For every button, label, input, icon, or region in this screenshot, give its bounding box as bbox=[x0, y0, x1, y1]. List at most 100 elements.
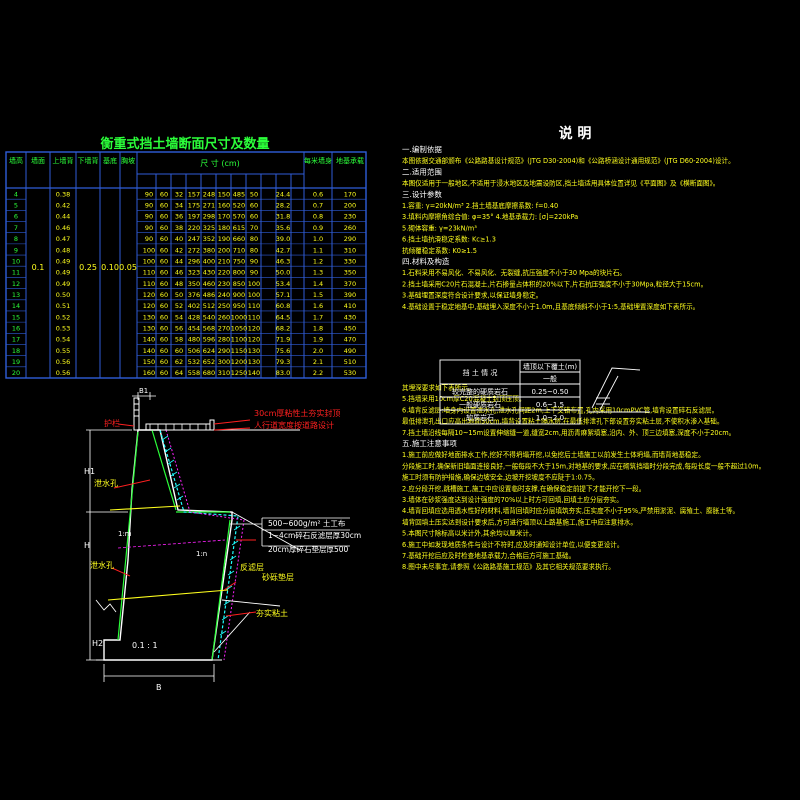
table-cell: 380 bbox=[203, 246, 215, 254]
table-cell: 42 bbox=[175, 246, 183, 254]
note-line: 抗倾覆稳定系数: K0≥1.5 bbox=[402, 246, 477, 255]
head-bearing: 地基承载 bbox=[336, 156, 364, 165]
table-cell: 1.3 bbox=[313, 269, 323, 277]
table-cell: 100 bbox=[143, 257, 155, 265]
table-cell: 290 bbox=[218, 347, 230, 355]
table-cell: 506 bbox=[188, 347, 200, 355]
table-cell: 120 bbox=[248, 336, 260, 344]
table-cell: 0.49 bbox=[56, 257, 70, 265]
table-cell: 60 bbox=[160, 257, 168, 265]
table-cell: 32 bbox=[175, 190, 183, 198]
table-cell: 20 bbox=[12, 369, 20, 377]
table-cell: 48 bbox=[175, 280, 183, 288]
table-cell: 0.9 bbox=[313, 224, 323, 232]
table-cell: 1100 bbox=[231, 336, 248, 344]
note-line: 6.挡土墙抗滑稳定系数: Kc≥1.3 bbox=[402, 235, 496, 244]
table-cell: 1.7 bbox=[313, 313, 323, 321]
table-cell: 210 bbox=[218, 257, 230, 265]
table-cell: 68.2 bbox=[276, 325, 290, 333]
drawing-canvas: 衡重式挡土墙断面尺寸及数量 墙高 墙面 上墙背 下墙背 基底 胸坡 尺 寸 (c… bbox=[0, 0, 800, 800]
table-cell: 60 bbox=[160, 280, 168, 288]
table-cell: 31.8 bbox=[276, 213, 290, 221]
label-guardrail: 护栏 bbox=[104, 418, 120, 428]
table-cell: 310 bbox=[344, 246, 356, 254]
table-cell: 271 bbox=[203, 202, 215, 210]
table-cell: 900 bbox=[233, 291, 245, 299]
head-slope: 胸坡 bbox=[121, 156, 135, 165]
table-cell: 46.3 bbox=[276, 257, 290, 265]
table-cell: 220 bbox=[188, 224, 200, 232]
table-cell: 1.5 bbox=[313, 291, 323, 299]
label-layer-2: 1~4cm碎石反滤层厚30cm bbox=[268, 530, 361, 540]
head-volume: 每米墙身 bbox=[304, 156, 332, 165]
label-layer-1: 500~600g/m² 土工布 bbox=[268, 518, 346, 528]
embed-row-3-depth: 1.0~2.0 bbox=[536, 414, 564, 422]
table-cell: 5 bbox=[14, 202, 18, 210]
table-cell: 520 bbox=[233, 202, 245, 210]
table-cell: 1250 bbox=[231, 369, 248, 377]
table-cell: 230 bbox=[344, 213, 356, 221]
table-cell: 70 bbox=[250, 224, 258, 232]
table-cell: 90 bbox=[145, 235, 153, 243]
table-cell: 1.8 bbox=[313, 325, 323, 333]
merged-slope: 0.05 bbox=[119, 263, 137, 272]
table-cell: 90 bbox=[250, 257, 258, 265]
table-cell: 220 bbox=[218, 269, 230, 277]
table-cell: 0.7 bbox=[313, 202, 323, 210]
table-cell: 90 bbox=[145, 190, 153, 198]
table-cell: 60.8 bbox=[276, 302, 290, 310]
table-cell: 60 bbox=[250, 202, 258, 210]
note-line: 4.墙背回填应选用透水性好的材料,墙背回填时应分层填筑夯实,压实度不小于95%,… bbox=[402, 506, 739, 515]
table-cell: 390 bbox=[344, 291, 356, 299]
table-cell: 280 bbox=[218, 336, 230, 344]
table-cell: 260 bbox=[344, 224, 356, 232]
embed-row-1-rock: 较完整的硬质岩石 bbox=[452, 387, 508, 396]
table-cell: 60 bbox=[160, 313, 168, 321]
table-cell: 56 bbox=[175, 325, 183, 333]
table-cell: 60 bbox=[250, 213, 258, 221]
table-cell: 428 bbox=[188, 313, 200, 321]
table-cell: 197 bbox=[188, 213, 200, 221]
table-cell: 400 bbox=[203, 257, 215, 265]
table-cell: 1.0 bbox=[313, 235, 323, 243]
head-dimensions: 尺 寸 (cm) bbox=[200, 158, 240, 168]
head-base: 基底 bbox=[103, 156, 117, 165]
table-cell: 532 bbox=[188, 358, 200, 366]
embed-row-2-depth: 0.6~1.5 bbox=[536, 401, 564, 409]
table-cell: 110 bbox=[248, 313, 260, 321]
table-cell: 615 bbox=[233, 224, 245, 232]
table-cell: 652 bbox=[203, 358, 215, 366]
note-line: 五.施工注意事项 bbox=[402, 438, 457, 448]
callout-arrows bbox=[111, 419, 257, 617]
table-cell: 60 bbox=[160, 269, 168, 277]
note-line: 5.砌体容重: γ=23kN/m³ bbox=[402, 223, 477, 232]
label-dim-h: H bbox=[84, 541, 90, 550]
label-filter-layer: 反滤层 bbox=[240, 562, 264, 572]
label-drain-hole-2: 泄水孔 bbox=[90, 560, 114, 570]
table-cell: 0.8 bbox=[313, 213, 323, 221]
table-cell: 0.54 bbox=[56, 336, 70, 344]
table-cell: 376 bbox=[188, 291, 200, 299]
table-cell: 0.42 bbox=[56, 202, 70, 210]
table-cell: 28.2 bbox=[276, 202, 290, 210]
note-line: 3.基础埋置深度符合设计要求,以保证墙身稳定。 bbox=[402, 291, 542, 300]
table-cell: 110 bbox=[143, 269, 155, 277]
table-cell: 140 bbox=[143, 336, 155, 344]
table-cell: 480 bbox=[188, 336, 200, 344]
table-cell: 568 bbox=[203, 325, 215, 333]
table-cell: 0.44 bbox=[56, 213, 70, 221]
table-cell: 512 bbox=[203, 302, 215, 310]
table-cell: 240 bbox=[218, 291, 230, 299]
table-cell: 13 bbox=[12, 291, 20, 299]
table-cell: 0.50 bbox=[56, 291, 70, 299]
table-cell: 250 bbox=[218, 302, 230, 310]
notes-title: 说 明 bbox=[559, 125, 592, 142]
table-cell: 170 bbox=[218, 213, 230, 221]
table-cell: 150 bbox=[218, 190, 230, 198]
table-cell: 0.38 bbox=[56, 190, 70, 198]
table-cell: 90 bbox=[145, 213, 153, 221]
table-cell: 150 bbox=[143, 358, 155, 366]
table-cell: 60 bbox=[160, 347, 168, 355]
table-cell: 130 bbox=[248, 347, 260, 355]
label-slope-2: 1:n bbox=[196, 550, 207, 558]
